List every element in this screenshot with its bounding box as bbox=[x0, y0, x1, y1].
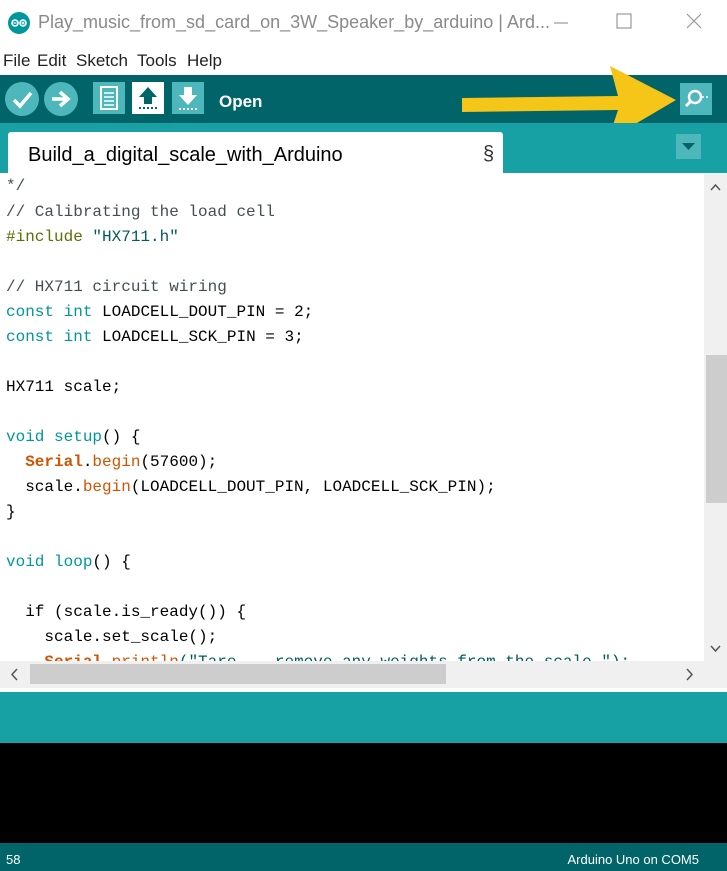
maximize-icon[interactable] bbox=[609, 8, 639, 38]
board-port-label: Arduino Uno on COM5 bbox=[567, 852, 699, 867]
title-bar: Play_music_from_sd_card_on_3W_Speaker_by… bbox=[0, 0, 727, 45]
verify-button[interactable] bbox=[5, 82, 39, 116]
code-line: if (scale.is_ready()) { bbox=[6, 603, 247, 621]
code-line: Serial.println("Tare... remove any weigh… bbox=[6, 650, 630, 661]
code-line: const int LOADCELL_SCK_PIN = 3; bbox=[6, 328, 304, 346]
code-line: scale.begin(LOADCELL_DOUT_PIN, LOADCELL_… bbox=[6, 478, 496, 496]
horizontal-scroll-thumb[interactable] bbox=[30, 664, 446, 684]
vertical-scrollbar[interactable] bbox=[704, 173, 727, 661]
upload-button[interactable] bbox=[44, 82, 78, 116]
menu-tools[interactable]: Tools bbox=[137, 51, 177, 71]
scroll-up-icon[interactable] bbox=[704, 177, 727, 197]
scroll-left-icon[interactable] bbox=[4, 661, 24, 688]
code-line: */ bbox=[6, 177, 26, 195]
menu-file[interactable]: File bbox=[3, 51, 30, 71]
scroll-right-icon[interactable] bbox=[680, 661, 700, 688]
tab-bar: Build_a_digital_scale_with_Arduino § bbox=[0, 123, 727, 173]
message-bar bbox=[0, 692, 727, 743]
code-line: void loop() { bbox=[6, 553, 131, 571]
horizontal-scrollbar[interactable] bbox=[0, 661, 704, 688]
tab-label: Build_a_digital_scale_with_Arduino bbox=[28, 144, 343, 166]
toolbar-hover-label: Open bbox=[219, 92, 263, 111]
tab-suffix: § bbox=[483, 143, 495, 165]
new-button[interactable] bbox=[93, 82, 125, 114]
open-button[interactable] bbox=[132, 82, 164, 114]
tab-sketch[interactable]: Build_a_digital_scale_with_Arduino § bbox=[8, 132, 503, 173]
scroll-corner bbox=[704, 661, 727, 688]
code-line: void setup() { bbox=[6, 428, 141, 446]
open-icon bbox=[139, 87, 157, 109]
scroll-down-icon[interactable] bbox=[704, 638, 727, 658]
code-line: } bbox=[6, 503, 16, 521]
upload-icon bbox=[52, 90, 71, 108]
new-icon bbox=[100, 86, 118, 110]
status-footer: 58 Arduino Uno on COM5 bbox=[0, 843, 727, 871]
console-output[interactable] bbox=[0, 743, 727, 843]
menu-help[interactable]: Help bbox=[187, 51, 222, 71]
vertical-scroll-thumb[interactable] bbox=[706, 355, 727, 503]
code-line: scale.set_scale(); bbox=[6, 628, 218, 646]
code-line: #include "HX711.h" bbox=[6, 228, 179, 246]
chevron-down-icon bbox=[682, 143, 695, 150]
code-line: const int LOADCELL_DOUT_PIN = 2; bbox=[6, 303, 314, 321]
menu-sketch[interactable]: Sketch bbox=[76, 51, 128, 71]
window-title: Play_music_from_sd_card_on_3W_Speaker_by… bbox=[38, 12, 550, 32]
code-line: // Calibrating the load cell bbox=[6, 203, 275, 221]
tab-menu-button[interactable] bbox=[676, 134, 701, 159]
close-icon[interactable] bbox=[679, 8, 709, 38]
menu-edit[interactable]: Edit bbox=[37, 51, 66, 71]
code-line: // HX711 circuit wiring bbox=[6, 278, 227, 296]
code-editor[interactable]: */ // Calibrating the load cell #include… bbox=[0, 173, 704, 661]
serial-monitor-button[interactable] bbox=[680, 83, 712, 115]
save-button[interactable] bbox=[172, 82, 204, 114]
verify-icon bbox=[12, 91, 33, 109]
code-line: Serial.begin(57600); bbox=[25, 453, 218, 471]
arduino-logo-icon bbox=[8, 12, 30, 34]
line-number: 58 bbox=[6, 852, 21, 867]
minimize-icon[interactable] bbox=[546, 8, 576, 38]
code-line: HX711 scale; bbox=[6, 378, 122, 396]
serial-monitor-icon bbox=[684, 89, 708, 108]
save-icon bbox=[179, 87, 197, 110]
